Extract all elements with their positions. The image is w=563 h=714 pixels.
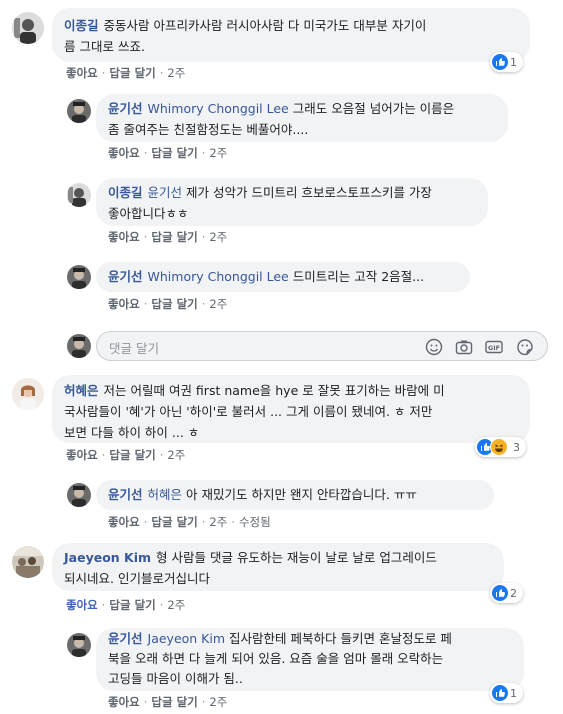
avatar[interactable] [12,12,44,44]
like-button[interactable]: 좋아요 [108,515,140,529]
reply-input[interactable]: 댓글 달기 GIF [96,331,548,361]
like-reaction-icon [492,54,508,70]
reply-button[interactable]: 답글 달기 [151,146,197,160]
avatar[interactable] [67,633,91,657]
comment-text: 저는 어릴때 여권 first name을 hye 로 잘못 표기하는 바람에 … [103,383,445,398]
like-reaction-icon [492,685,508,701]
reaction-number: 1 [510,55,517,69]
avatar[interactable] [67,265,91,289]
reaction-number: 2 [510,586,517,600]
mention[interactable]: 윤기선 [148,185,183,200]
mention[interactable]: 허혜은 [148,487,183,502]
comment-text: 그래도 오음절 넘어가는 이름은 [292,101,455,116]
comment-author[interactable]: 윤기선 [108,487,143,502]
avatar[interactable] [67,183,91,207]
comment-actions: 좋아요 · 답글 달기 · 2주 [108,695,228,709]
reply-button[interactable]: 답글 달기 [109,448,155,462]
reply-placeholder: 댓글 달기 [109,341,159,356]
comment-bubble: 윤기선 Whimory Chonggil Lee 그래도 오음절 넘어가는 이름은 … [96,94,508,142]
comment-text: 북을 오래 하면 다 늘게 되어 있음. 요즘 술을 엄마 몰래 오락하는 [108,651,444,666]
avatar[interactable] [67,483,91,507]
reaction-count[interactable]: 2 [490,583,523,603]
comment-text: 름 그대로 쓰죠. [64,39,145,54]
reaction-count[interactable]: 1 [490,683,523,703]
comment-text: 되시네요. 인기블로거십니다 [64,571,210,586]
comment-bubble: 윤기선 Whimory Chonggil Lee 드미트리는 고작 2음절... [96,262,470,292]
emoji-icon[interactable] [425,338,443,356]
reply-button[interactable]: 답글 달기 [151,230,197,244]
edited-label[interactable]: 수정됨 [239,515,271,529]
like-button[interactable]: 좋아요 [66,66,98,80]
gif-icon[interactable]: GIF [485,338,503,356]
comment-bubble: 허혜은 저는 어릴때 여권 first name을 hye 로 잘못 표기하는 바… [52,375,530,443]
comment-time[interactable]: 2주 [209,230,227,244]
avatar[interactable] [12,378,44,410]
comment-actions: 좋아요 · 답글 달기 · 2주 [66,598,186,612]
svg-text:GIF: GIF [488,344,500,352]
comment-text: 형 사람들 댓글 유도하는 재능이 날로 날로 업그레이드 [156,550,437,565]
comment-text: 제가 성악가 드미트리 흐보로스토프스키를 가장 [186,185,432,200]
mention[interactable]: Jaeyeon Kim [148,631,226,646]
comment-time[interactable]: 2주 [209,297,227,311]
comment-time[interactable]: 2주 [209,146,227,160]
comment-author[interactable]: 윤기선 [108,269,143,284]
like-button[interactable]: 좋아요 [66,448,98,462]
like-button[interactable]: 좋아요 [108,695,140,709]
like-button[interactable]: 좋아요 [108,297,140,311]
comment-author[interactable]: 윤기선 [108,631,143,646]
comment-actions: 좋아요 · 답글 달기 · 2주 [108,297,228,311]
comment-author[interactable]: 이종길 [64,18,99,33]
comment-actions: 좋아요 · 답글 달기 · 2주 [66,66,186,80]
like-button[interactable]: 좋아요 [66,598,98,612]
like-reaction-icon [492,585,508,601]
comment-actions: 좋아요 · 답글 달기 · 2주 [66,448,186,462]
mention[interactable]: Whimory Chonggil Lee [148,101,289,116]
current-user-avatar [67,334,91,358]
comment-actions: 좋아요 · 답글 달기 · 2주 · 수정됨 [108,515,271,529]
like-button[interactable]: 좋아요 [108,230,140,244]
reply-button[interactable]: 답글 달기 [109,598,155,612]
comment-bubble: Jaeyeon Kim 형 사람들 댓글 유도하는 재능이 날로 날로 업그레이드… [52,543,504,591]
avatar[interactable] [12,546,44,578]
comment-actions: 좋아요 · 답글 달기 · 2주 [108,230,228,244]
comment-author[interactable]: 윤기선 [108,101,143,116]
comment-time[interactable]: 2주 [167,66,185,80]
comment-text: 좀 줄여주는 친절함정도는 베풀어야.... [108,122,309,137]
comment-time[interactable]: 2주 [209,515,227,529]
like-button[interactable]: 좋아요 [108,146,140,160]
reply-button[interactable]: 답글 달기 [109,66,155,80]
comment-text: 좋아합니다ㅎㅎ [108,206,189,221]
reaction-number: 3 [513,440,520,454]
comment-bubble: 윤기선 Jaeyeon Kim 집사람한테 페북하다 들키면 혼날정도로 페 북을 … [96,628,524,691]
reply-button[interactable]: 답글 달기 [151,297,197,311]
comment-text: 보면 다들 하이 하이 ... ㅎ [64,425,200,440]
comment-bubble: 이종길 중동사람 아프리카사람 러시아사람 다 미국가도 대부분 자기이 름 그대… [52,8,530,62]
comment-text: 아 재밌기도 하지만 왠지 안타깝습니다. ㅠㅠ [186,487,417,502]
comment-text: 중동사람 아프리카사람 러시아사람 다 미국가도 대부분 자기이 [103,18,427,33]
comment-text: 고딩들 마음이 이해가 됨.. [108,671,243,686]
comment-author[interactable]: 이종길 [108,185,143,200]
comment-bubble: 이종길 윤기선 제가 성악가 드미트리 흐보로스토프스키를 가장 좋아합니다ㅎㅎ [96,178,488,226]
comment-text: 집사람한테 페북하다 들키면 혼날정도로 페 [229,631,452,646]
comment-time[interactable]: 2주 [209,695,227,709]
comment-time[interactable]: 2주 [167,598,185,612]
comment-time[interactable]: 2주 [167,448,185,462]
camera-icon[interactable] [455,338,473,356]
reaction-count[interactable]: 3 [475,437,526,457]
comment-actions: 좋아요 · 답글 달기 · 2주 [108,146,228,160]
comment-text: 국사람들이 '혜'가 아닌 '하이'로 불러서 ... 그게 이름이 됐네여. … [64,404,433,419]
comment-author[interactable]: Jaeyeon Kim [64,550,151,565]
mention[interactable]: Whimory Chonggil Lee [148,269,289,284]
comment-bubble: 윤기선 허혜은 아 재밌기도 하지만 왠지 안타깝습니다. ㅠㅠ [96,480,494,510]
comment-text: 드미트리는 고작 2음절... [292,269,425,284]
avatar[interactable] [67,99,91,123]
haha-reaction-icon [490,438,508,456]
sticker-icon[interactable] [516,338,534,356]
reply-button[interactable]: 답글 달기 [151,695,197,709]
reaction-count[interactable]: 1 [490,52,523,72]
reaction-number: 1 [510,686,517,700]
reply-button[interactable]: 답글 달기 [151,515,197,529]
comment-author[interactable]: 허혜은 [64,383,99,398]
